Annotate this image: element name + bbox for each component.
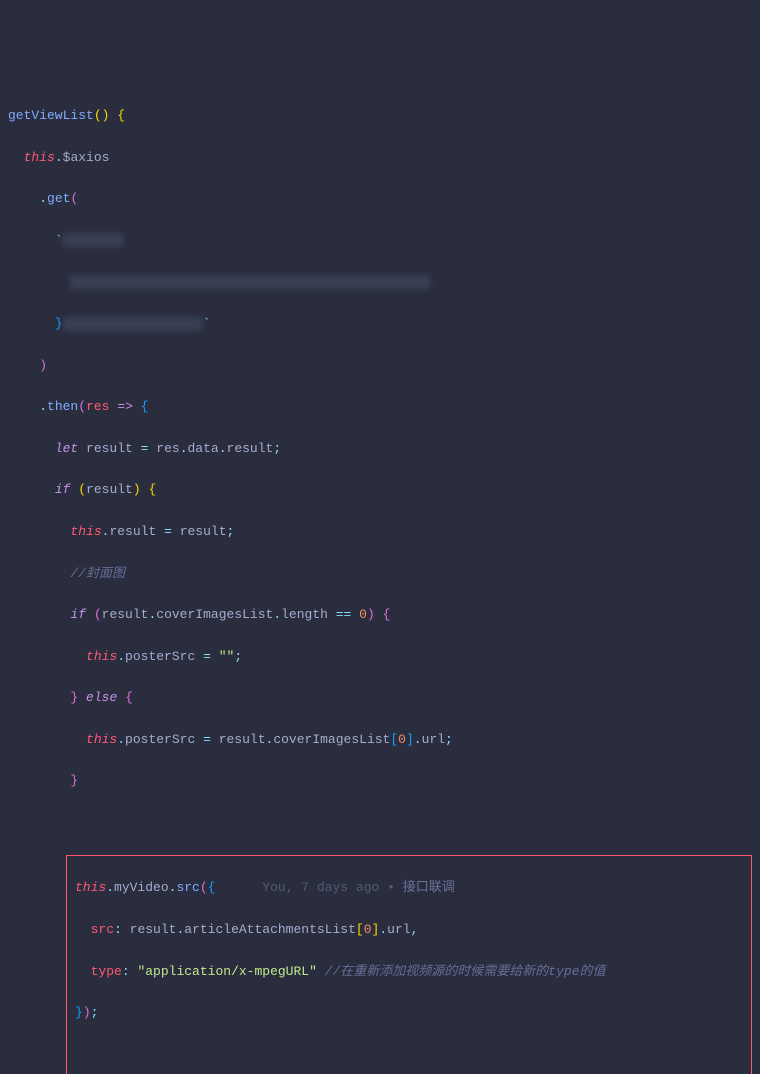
code-line: if (result) { [0,480,760,501]
code-line: ) [0,356,760,377]
code-line: }); [67,1003,751,1024]
code-line: getViewList() { [0,106,760,127]
redacted-text [63,317,203,331]
git-blame-annotation: You, 7 days ago • 接口联调 [262,880,454,895]
code-line: //封面图 [0,564,760,585]
code-line: type: "application/x-mpegURL" //在重新添加视频源… [67,962,751,983]
code-editor[interactable]: getViewList() { this.$axios .get( ` }` )… [0,83,760,1074]
function-name: getViewList [8,108,94,123]
code-line: this.myVideo.src({ You, 7 days ago • 接口联… [67,878,751,899]
code-line [0,813,760,834]
code-line: } else { [0,688,760,709]
code-line: ` [0,231,760,252]
code-line: this.posterSrc = ""; [0,647,760,668]
code-line: .then(res => { [0,397,760,418]
code-line: let result = res.data.result; [0,439,760,460]
redacted-text [63,233,123,247]
code-line: this.result = result; [0,522,760,543]
blame-author: You, 7 days ago [262,880,379,895]
comment: //在重新添加视频源的时候需要给新的type的值 [325,964,606,979]
highlighted-block: this.myVideo.src({ You, 7 days ago • 接口联… [66,855,752,1074]
code-line: if (result.coverImagesList.length == 0) … [0,605,760,626]
code-line: src: result.articleAttachmentsList[0].ur… [67,920,751,941]
redacted-text [70,275,430,289]
blame-message: 接口联调 [403,880,455,895]
code-line: }` [0,314,760,335]
code-line: this.posterSrc = result.coverImagesList[… [0,730,760,751]
code-line [0,272,760,293]
code-line: .get( [0,189,760,210]
code-line: this.$axios [0,148,760,169]
code-line [67,1045,751,1066]
code-line: } [0,771,760,792]
comment: //封面图 [70,566,125,581]
